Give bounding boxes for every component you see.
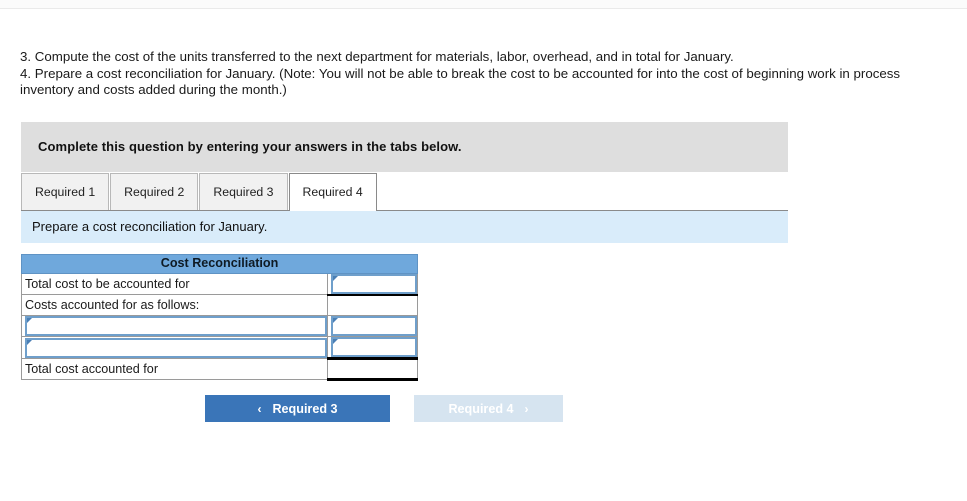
input-cost-category-label-2[interactable] xyxy=(27,339,325,356)
tab-required-3[interactable]: Required 3 xyxy=(199,172,288,210)
tab-required-4-label: Required 4 xyxy=(302,185,363,199)
table-row: Total cost accounted for xyxy=(21,358,418,381)
tab-required-3-label: Required 3 xyxy=(213,184,274,199)
tab-required-2[interactable]: Required 2 xyxy=(110,172,199,210)
row-label-total-cost-to-be-accounted-for: Total cost to be accounted for xyxy=(21,272,328,295)
table-title: Cost Reconciliation xyxy=(21,253,418,274)
requirement-prompt-line-4: 4. Prepare a cost reconciliation for Jan… xyxy=(20,65,901,98)
requirement-prompt: 3. Compute the cost of the units transfe… xyxy=(0,9,967,99)
row-label-costs-accounted-for-as-follows: Costs accounted for as follows: xyxy=(21,294,328,316)
row-value-blank-1[interactable] xyxy=(327,315,418,337)
next-requirement-button[interactable]: Required 4 › xyxy=(414,395,563,422)
input-wrapper[interactable] xyxy=(25,316,327,336)
cost-reconciliation-table-wrapper: Cost Reconciliation Total cost to be acc… xyxy=(21,253,967,381)
input-wrapper[interactable] xyxy=(331,273,417,294)
table-row: Costs accounted for as follows: xyxy=(21,293,418,316)
browser-top-strip xyxy=(0,0,967,9)
row-value-blank-2[interactable] xyxy=(327,336,418,360)
prev-requirement-button[interactable]: ‹ Required 3 xyxy=(205,395,390,422)
sub-instruction-text: Prepare a cost reconciliation for Januar… xyxy=(32,219,268,234)
input-cost-category-value-2[interactable] xyxy=(333,339,415,355)
next-requirement-label: Required 4 xyxy=(448,401,514,416)
input-cost-category-label-1[interactable] xyxy=(27,318,325,334)
tab-required-1[interactable]: Required 1 xyxy=(21,172,110,210)
cell-marker-icon xyxy=(333,339,338,344)
table-row: Total cost to be accounted for xyxy=(21,272,418,295)
navigation-buttons: ‹ Required 3 Required 4 › xyxy=(0,395,967,422)
row-value-total-cost-to-be-accounted-for[interactable] xyxy=(327,272,418,295)
page-body: 3. Compute the cost of the units transfe… xyxy=(0,9,967,422)
tab-required-1-label: Required 1 xyxy=(35,184,96,199)
chevron-left-icon: ‹ xyxy=(257,401,262,416)
row-label-total-cost-accounted-for: Total cost accounted for xyxy=(21,358,328,380)
cell-marker-icon xyxy=(27,339,32,345)
input-total-cost-to-be-accounted-for[interactable] xyxy=(333,275,415,292)
row-value-costs-accounted-for-as-follows xyxy=(327,293,418,316)
cell-marker-icon xyxy=(333,275,338,281)
row-value-total-cost-accounted-for xyxy=(327,358,418,381)
table-row xyxy=(21,336,418,360)
input-wrapper[interactable] xyxy=(331,337,417,357)
table-header-row: Cost Reconciliation xyxy=(21,253,418,274)
row-label-blank-2[interactable] xyxy=(21,336,328,359)
prev-requirement-label: Required 3 xyxy=(272,401,338,416)
cell-marker-icon xyxy=(27,318,32,323)
requirement-tabs: Required 1 Required 2 Required 3 Require… xyxy=(21,172,788,211)
input-wrapper[interactable] xyxy=(25,337,327,358)
row-label-blank-1[interactable] xyxy=(21,315,328,337)
input-cost-category-value-1[interactable] xyxy=(333,318,415,334)
tab-required-2-label: Required 2 xyxy=(124,184,185,199)
instruction-banner-text: Complete this question by entering your … xyxy=(38,139,462,154)
cost-reconciliation-table: Cost Reconciliation Total cost to be acc… xyxy=(21,253,418,381)
cell-marker-icon xyxy=(333,318,338,323)
input-wrapper[interactable] xyxy=(331,316,417,336)
chevron-right-icon: › xyxy=(524,401,529,416)
requirement-prompt-line-3: 3. Compute the cost of the units transfe… xyxy=(20,49,734,64)
table-row xyxy=(21,315,418,337)
sub-instruction-bar: Prepare a cost reconciliation for Januar… xyxy=(21,210,788,243)
tab-required-4[interactable]: Required 4 xyxy=(288,172,377,211)
instruction-banner: Complete this question by entering your … xyxy=(21,121,788,172)
